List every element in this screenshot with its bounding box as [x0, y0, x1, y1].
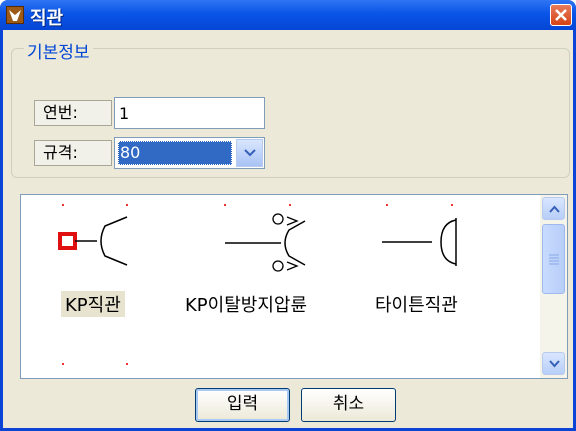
- window-title: 직관: [30, 8, 64, 29]
- scroll-up-button[interactable]: [542, 197, 565, 220]
- app-icon: [6, 6, 24, 24]
- pipe-item-label: KP직관: [61, 291, 125, 317]
- scroll-down-button[interactable]: [542, 352, 565, 375]
- cancel-button[interactable]: 취소: [301, 388, 396, 422]
- pipe-item-label: 타이튼직관: [375, 295, 458, 316]
- spec-dropdown-button[interactable]: [236, 139, 263, 167]
- chevron-down-icon: [244, 149, 256, 157]
- pipe-item-label: KP이탈방지압륜: [185, 295, 308, 316]
- pipe-straight-icon: [58, 216, 128, 266]
- pipe-ring-icon: [225, 213, 306, 272]
- pipe-item-tyton[interactable]: 타이튼직관: [361, 195, 521, 365]
- tyton-pipe-icon: [382, 218, 457, 266]
- grip-icon: [549, 254, 559, 265]
- spec-label: 규격:: [34, 140, 112, 166]
- serial-label: 연번:: [34, 100, 112, 126]
- chevron-down-icon: [549, 360, 560, 368]
- pipe-item-kp-ring[interactable]: KP이탈방지압륜: [185, 195, 345, 365]
- spec-select-value[interactable]: 80: [118, 141, 232, 165]
- titlebar[interactable]: 직관: [0, 0, 576, 30]
- gallery-scrollbar[interactable]: [540, 195, 567, 378]
- pipe-item-kp-straight[interactable]: KP직관: [27, 195, 187, 365]
- pipe-gallery[interactable]: KP직관 KP이탈방지압륜 타이튼직관: [20, 194, 568, 379]
- serial-input[interactable]: [114, 97, 265, 129]
- scroll-thumb[interactable]: [542, 224, 565, 294]
- dialog-window: 직관 기본정보 연번: 규격: 80 KP직관: [0, 0, 576, 431]
- ok-button[interactable]: 입력: [195, 388, 290, 422]
- close-button[interactable]: [550, 4, 572, 26]
- close-icon: [555, 9, 567, 21]
- chevron-up-icon: [549, 205, 560, 213]
- basic-info-title: 기본정보: [24, 38, 93, 63]
